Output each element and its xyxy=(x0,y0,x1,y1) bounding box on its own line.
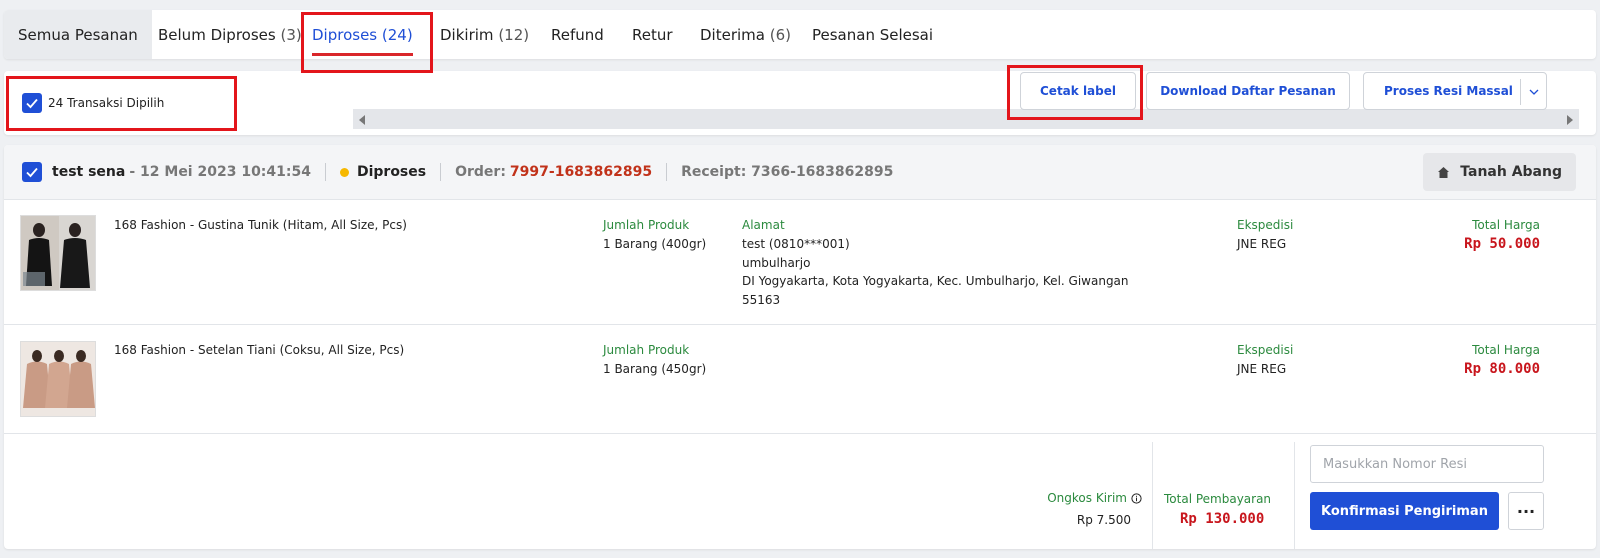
tab-diterima[interactable]: Diterima (6) xyxy=(700,10,791,59)
tab-semua-pesanan[interactable]: Semua Pesanan xyxy=(4,10,152,59)
total-payment-value: Rp 130.000 xyxy=(1180,511,1265,527)
buyer-name: test sena xyxy=(52,164,126,180)
bulk-receipt-text: Proses Resi Massal xyxy=(1384,84,1513,98)
order-status-tabs: Semua Pesanan Belum Diproses (3) Diprose… xyxy=(4,10,1596,59)
more-options-button[interactable]: ... xyxy=(1508,492,1544,530)
print-label-button[interactable]: Cetak label xyxy=(1020,72,1136,110)
tab-label: Semua Pesanan xyxy=(18,26,138,44)
tab-label: Pesanan Selesai xyxy=(812,26,934,44)
order-number-label: Order: xyxy=(455,164,506,180)
status-badge: Diproses xyxy=(356,164,427,180)
warehouse-name: Tanah Abang xyxy=(1460,164,1562,180)
confirm-shipment-button[interactable]: Konfirmasi Pengiriman xyxy=(1310,492,1499,530)
tab-count: (24) xyxy=(381,26,413,44)
address-label: Alamat xyxy=(742,218,785,232)
horizontal-scrollbar[interactable] xyxy=(353,109,1579,129)
tab-count: (12) xyxy=(498,26,530,44)
product-thumbnail[interactable] xyxy=(20,341,96,417)
download-orders-text: Download Daftar Pesanan xyxy=(1160,84,1336,98)
bulk-action-toolbar: 24 Transaksi Dipilih Cetak label Downloa… xyxy=(4,71,1596,135)
order-date: - 12 Mei 2023 10:41:54 xyxy=(129,164,311,180)
item-total-label: Total Harga xyxy=(1472,343,1540,357)
product-thumbnail[interactable] xyxy=(20,215,96,291)
order-number[interactable]: 7997-1683862895 xyxy=(510,164,652,180)
tab-diproses[interactable]: Diproses (24) xyxy=(312,10,413,59)
order-checkbox[interactable] xyxy=(22,162,42,182)
address-street: umbulharjo xyxy=(742,255,811,270)
quantity-label: Jumlah Produk xyxy=(603,218,690,232)
divider xyxy=(666,163,668,181)
courier-label: Ekspedisi xyxy=(1237,218,1294,232)
tab-refund[interactable]: Refund xyxy=(551,10,604,59)
courier-value: JNE REG xyxy=(1237,237,1287,251)
order-card: test sena - 12 Mei 2023 10:41:54 Diprose… xyxy=(4,145,1596,549)
product-name[interactable]: 168 Fashion - Setelan Tiani (Coksu, All … xyxy=(114,343,404,357)
quantity-value: 1 Barang (450gr) xyxy=(603,362,707,376)
scroll-right-icon[interactable] xyxy=(1567,115,1573,125)
address-postcode: 55163 xyxy=(742,292,781,307)
order-header: test sena - 12 Mei 2023 10:41:54 Diprose… xyxy=(4,145,1596,200)
tab-label: Belum Diproses xyxy=(158,26,276,44)
tab-label: Diproses xyxy=(312,26,378,44)
download-orders-button[interactable]: Download Daftar Pesanan xyxy=(1146,72,1350,110)
check-icon xyxy=(26,167,38,178)
select-all: 24 Transaksi Dipilih xyxy=(22,93,164,113)
print-label-text: Cetak label xyxy=(1040,84,1116,98)
quantity-value: 1 Barang (400gr) xyxy=(603,237,707,251)
divider xyxy=(324,163,326,181)
tab-dikirim[interactable]: Dikirim (12) xyxy=(440,10,529,59)
receipt-number-input[interactable] xyxy=(1310,445,1544,483)
tab-label: Dikirim xyxy=(440,26,494,44)
info-icon[interactable] xyxy=(1131,492,1142,504)
bulk-receipt-button[interactable]: Proses Resi Massal xyxy=(1363,72,1547,110)
courier-label: Ekspedisi xyxy=(1237,343,1294,357)
divider xyxy=(1152,442,1153,549)
select-all-checkbox[interactable] xyxy=(22,93,42,113)
quantity-label: Jumlah Produk xyxy=(603,343,690,357)
home-icon xyxy=(1438,166,1450,178)
check-icon xyxy=(26,98,38,109)
chevron-down-icon xyxy=(1529,89,1538,95)
divider xyxy=(1294,442,1295,549)
tab-belum-diproses[interactable]: Belum Diproses (3) xyxy=(158,10,302,59)
tab-pesanan-selesai[interactable]: Pesanan Selesai xyxy=(812,10,933,59)
order-footer: Ongkos Kirim Rp 7.500 Total Pembayaran R… xyxy=(4,434,1596,549)
status-dot-icon xyxy=(339,167,349,177)
scroll-left-icon[interactable] xyxy=(359,115,365,125)
item-total-label: Total Harga xyxy=(1472,218,1540,232)
shipping-cost-value: Rp 7.500 xyxy=(1076,513,1131,527)
bulk-receipt-dropdown[interactable] xyxy=(1520,79,1546,105)
item-total-price: Rp 50.000 xyxy=(1464,236,1540,252)
total-payment-label: Total Pembayaran xyxy=(1164,492,1272,506)
tab-label: Diterima xyxy=(700,26,765,44)
shipping-cost-label: Ongkos Kirim xyxy=(1047,491,1142,505)
tab-label: Retur xyxy=(632,26,673,44)
item-total-price: Rp 80.000 xyxy=(1464,361,1540,377)
tab-count: (6) xyxy=(769,26,791,44)
shipping-cost-label-text: Ongkos Kirim xyxy=(1047,491,1127,505)
receipt-number: Receipt: 7366-1683862895 xyxy=(681,164,894,180)
tab-label: Refund xyxy=(551,26,604,44)
warehouse-location[interactable]: Tanah Abang xyxy=(1423,153,1576,191)
courier-value: JNE REG xyxy=(1237,362,1287,376)
order-item-row: 168 Fashion - Setelan Tiani (Coksu, All … xyxy=(4,325,1596,434)
tab-retur[interactable]: Retur xyxy=(632,10,673,59)
tab-count: (3) xyxy=(280,26,302,44)
product-name[interactable]: 168 Fashion - Gustina Tunik (Hitam, All … xyxy=(114,218,407,232)
selection-count-label: 24 Transaksi Dipilih xyxy=(48,96,165,110)
divider xyxy=(440,163,442,181)
address-block: test (0810***001) umbulharjo DI Yogyakar… xyxy=(742,235,1129,309)
order-item-row: 168 Fashion - Gustina Tunik (Hitam, All … xyxy=(4,200,1596,325)
address-region: DI Yogyakarta, Kota Yogyakarta, Kec. Umb… xyxy=(742,274,1129,288)
address-recipient: test (0810***001) xyxy=(742,237,850,251)
